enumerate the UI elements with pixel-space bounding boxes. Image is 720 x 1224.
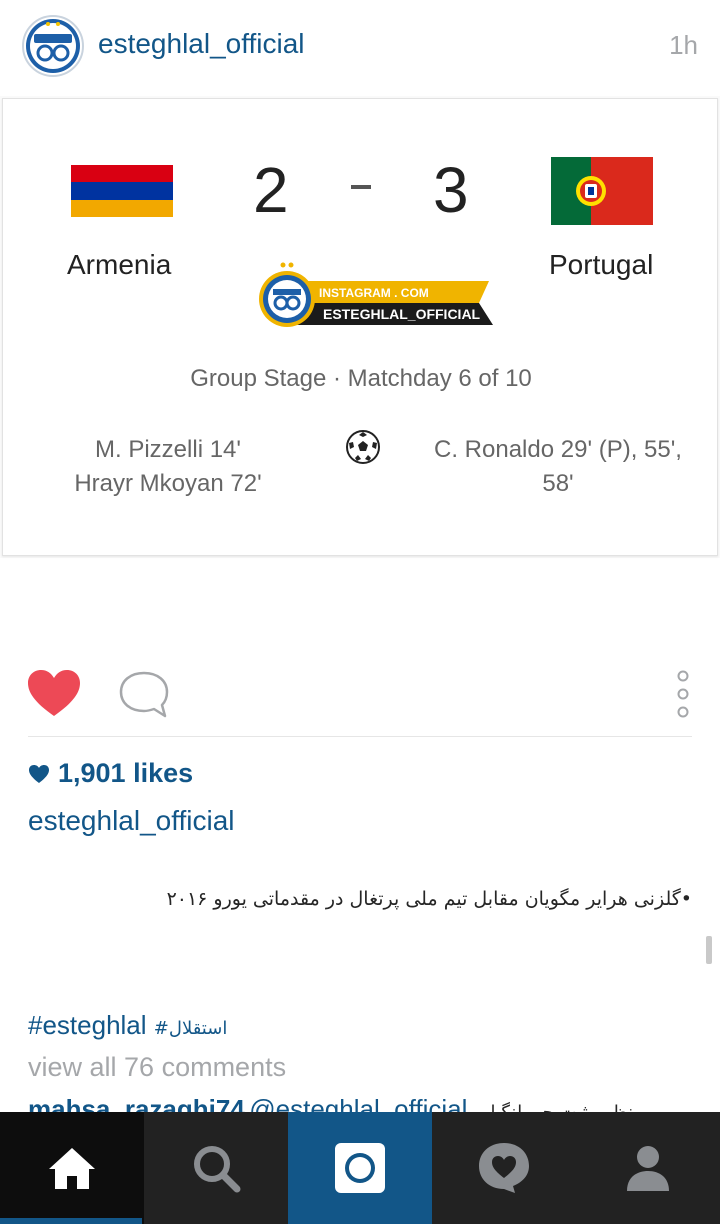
caption-username[interactable]: esteghlal_official (28, 805, 235, 837)
more-vertical-icon[interactable] (672, 668, 694, 720)
nav-activity[interactable] (432, 1112, 576, 1224)
portugal-flag-icon (551, 157, 653, 225)
activity-heart-icon (479, 1143, 529, 1193)
away-scorers: C. Ronaldo 29' (P), 55', 58' (434, 436, 682, 497)
match-result-card: 2 3 Armenia Portugal INSTAGRAM . COM EST… (2, 98, 718, 556)
small-heart-icon (29, 764, 49, 783)
home-icon (49, 1148, 95, 1189)
action-divider (28, 736, 692, 737)
likes-text: 1,901 likes (58, 758, 194, 788)
home-score: 2 (253, 154, 289, 226)
post-timestamp: 1h (669, 30, 698, 60)
home-scorers: M. Pizzelli 14' Hrayr Mkoyan 72' (43, 433, 293, 501)
caption-text: •گلزنی هرایر مگویان مقابل تیم ملی پرتغال… (166, 888, 692, 910)
view-all-comments-link[interactable]: view all 76 comments (28, 1052, 286, 1083)
scrollbar[interactable] (706, 936, 712, 964)
avatar[interactable] (22, 15, 84, 77)
likes-count[interactable]: 1,901 likes (28, 758, 193, 789)
nav-camera[interactable] (288, 1112, 432, 1224)
match-stage: Group Stage · Matchday 6 of 10 (190, 365, 532, 392)
hashtag-link[interactable]: #esteghlal (28, 1010, 147, 1040)
post-header: esteghlal_official 1h (0, 0, 720, 92)
esteghlal-logo-icon (26, 19, 80, 73)
post-image[interactable]: 2 3 Armenia Portugal INSTAGRAM . COM EST… (0, 96, 720, 558)
watermark-line-2: ESTEGHLAL_OFFICIAL (323, 306, 481, 322)
search-icon (194, 1146, 241, 1193)
profile-icon (627, 1146, 669, 1191)
bottom-nav (0, 1112, 720, 1224)
camera-icon (335, 1143, 385, 1193)
away-team-name: Portugal (549, 249, 654, 280)
score-separator (351, 185, 371, 189)
away-score: 3 (433, 154, 469, 226)
hashtags: #esteghlal #استقلال (28, 1010, 227, 1041)
nav-search[interactable] (144, 1112, 288, 1224)
nav-home[interactable] (0, 1112, 144, 1224)
home-scorer: Hrayr Mkoyan 72' (74, 470, 262, 497)
watermark-line-1: INSTAGRAM . COM (319, 286, 429, 300)
comment-bubble-icon[interactable] (118, 670, 170, 720)
heart-icon[interactable] (26, 668, 82, 718)
hashtag-link[interactable]: #استقلال (154, 1018, 228, 1039)
home-team-name: Armenia (67, 249, 172, 280)
post-username[interactable]: esteghlal_official (98, 28, 305, 60)
armenia-flag-icon (71, 165, 173, 217)
home-scorer: M. Pizzelli 14' (95, 436, 241, 463)
soccer-ball-icon (346, 430, 380, 464)
nav-profile[interactable] (576, 1112, 720, 1224)
instagram-watermark: INSTAGRAM . COM ESTEGHLAL_OFFICIAL (259, 262, 493, 327)
